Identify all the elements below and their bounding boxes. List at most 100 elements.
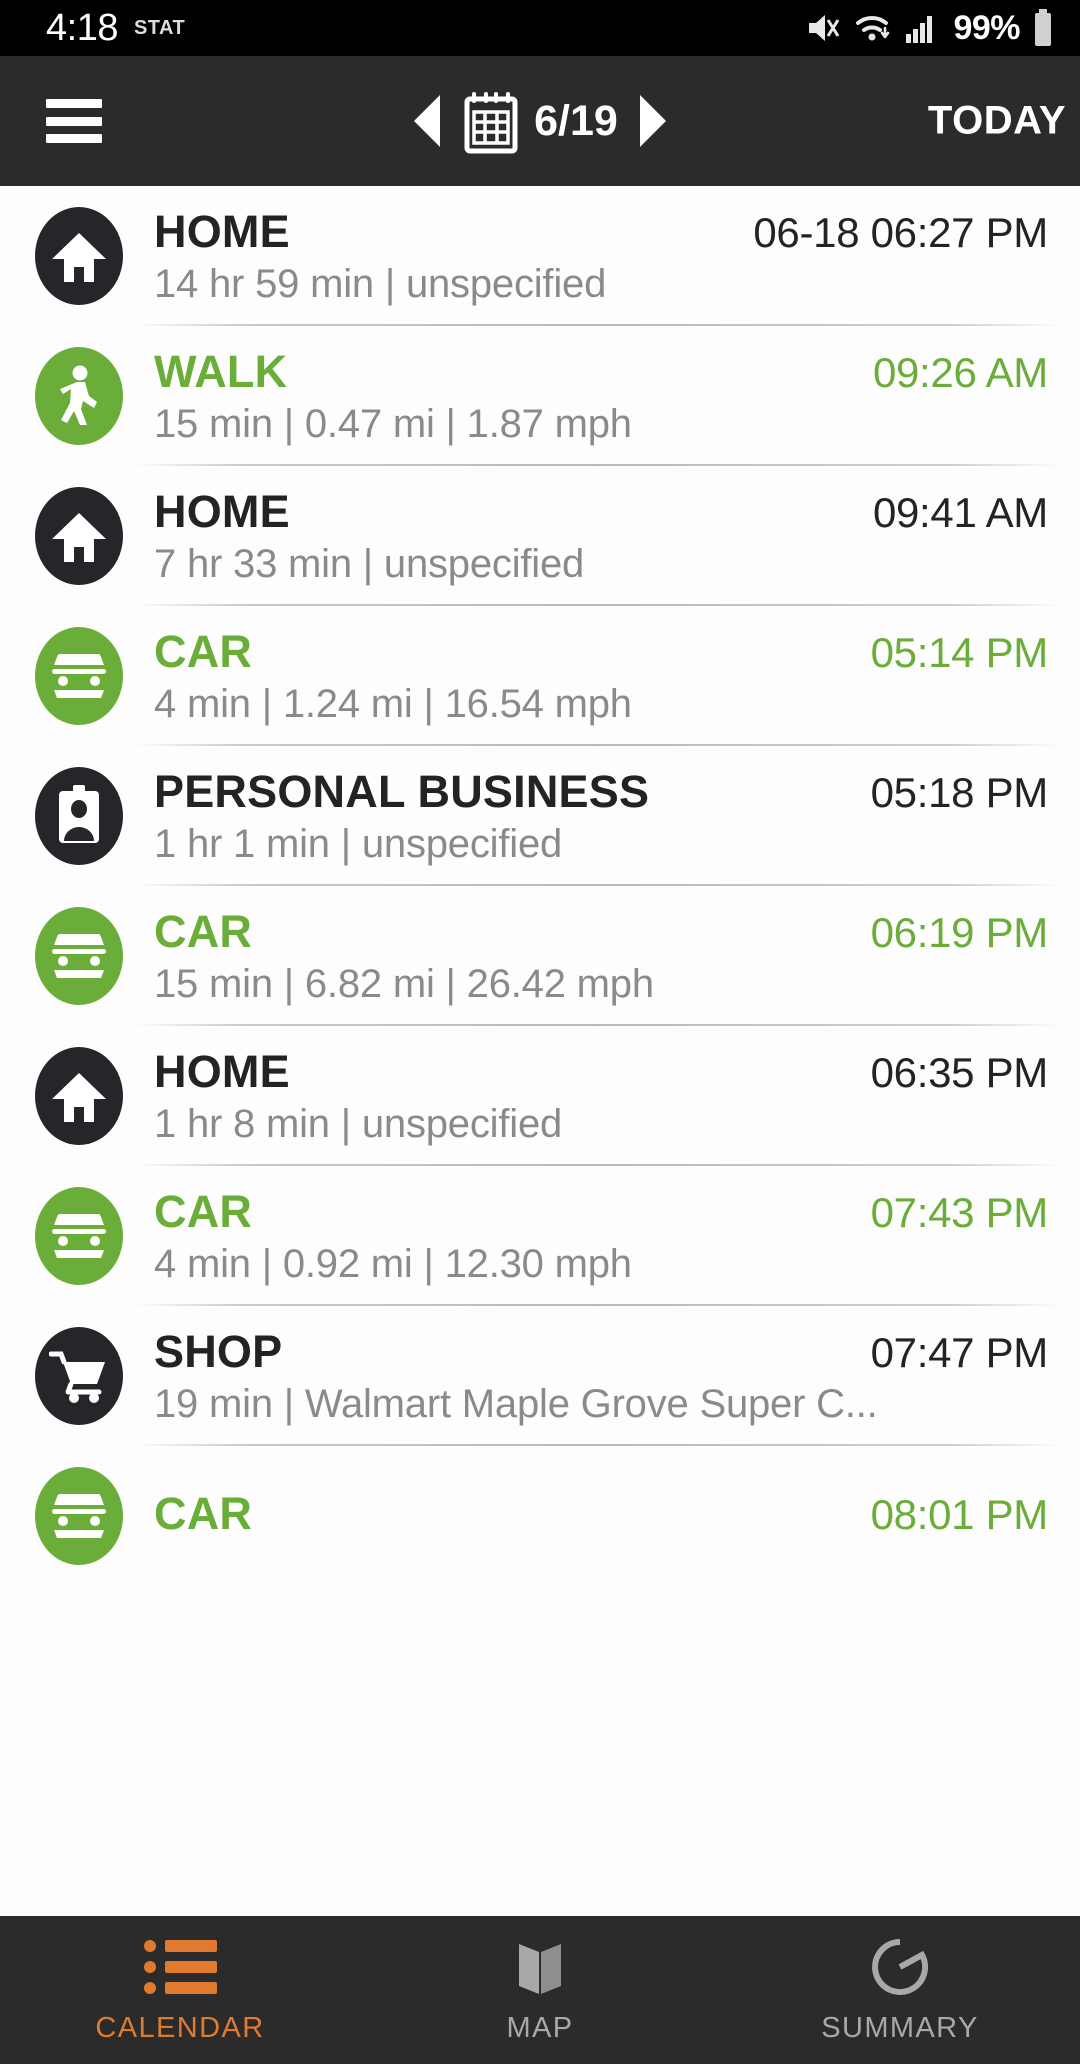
timeline-row[interactable]: PERSONAL BUSINESS 05:18 PM 1 hr 1 min | un… [0, 746, 1080, 886]
timeline-row-title: WALK [154, 345, 288, 397]
next-day-arrow-icon[interactable] [639, 95, 666, 147]
timeline-row-header: CAR 06:19 PM [154, 906, 1048, 958]
timeline-row-header: CAR 05:14 PM [154, 626, 1048, 678]
shopping-cart-icon [35, 1327, 123, 1425]
mute-vibrate-icon [807, 12, 843, 44]
timeline-row-subtitle: 7 hr 33 min | unspecified [154, 541, 585, 586]
home-icon [35, 207, 123, 305]
timeline-row-body: CAR 06:19 PM 15 min | 6.82 mi | 26.42 mph [128, 906, 1048, 1007]
home-icon-wrap [30, 1047, 128, 1145]
cellular-signal-icon [905, 12, 937, 44]
timeline-row-body: HOME 06-18 06:27 PM 14 hr 59 min | unspeci… [128, 206, 1048, 307]
car-icon-wrap [30, 627, 128, 725]
summary-ring-icon [871, 1936, 929, 1998]
calendar-date-button[interactable]: 6/19 [462, 88, 618, 154]
timeline-row-body: HOME 06:35 PM 1 hr 8 min | unspecified [128, 1046, 1048, 1147]
timeline-row-time: 06:19 PM [870, 908, 1049, 956]
car-icon [35, 1467, 123, 1565]
timeline-row-time: 07:43 PM [870, 1188, 1049, 1236]
app-bar: 6/19 TODAY [0, 56, 1080, 186]
map-icon [515, 1936, 565, 1998]
timeline-row-body: SHOP 07:47 PM 19 min | Walmart Maple Grove… [128, 1326, 1048, 1427]
car-icon-wrap [30, 1187, 128, 1285]
timeline-row-body: CAR 05:14 PM 4 min | 1.24 mi | 16.54 mph [128, 626, 1048, 727]
timeline-row[interactable]: CAR 05:14 PM 4 min | 1.24 mi | 16.54 mph [0, 606, 1080, 746]
timeline-row[interactable]: WALK 09:26 AM 15 min | 0.47 mi | 1.87 mph [0, 326, 1080, 466]
nav-tab-summary[interactable]: SUMMARY [720, 1916, 1080, 2064]
nav-tab-calendar[interactable]: CALENDAR [0, 1916, 360, 2064]
timeline-row-title: HOME [154, 485, 290, 537]
home-icon-wrap [30, 207, 128, 305]
id-badge-person-icon [35, 767, 123, 865]
timeline-row[interactable]: SHOP 07:47 PM 19 min | Walmart Maple Grove… [0, 1306, 1080, 1446]
hamburger-menu-icon[interactable] [46, 99, 102, 143]
timeline-row-subtitle: 1 hr 1 min | unspecified [154, 821, 563, 866]
timeline-row-header: HOME 06:35 PM [154, 1046, 1048, 1098]
timeline-row-time: 06-18 06:27 PM [753, 208, 1048, 256]
timeline-row[interactable]: CAR 07:43 PM 4 min | 0.92 mi | 12.30 mph [0, 1166, 1080, 1306]
timeline-row-title: HOME [154, 1045, 290, 1097]
timeline-row-time: 08:01 PM [870, 1491, 1049, 1538]
timeline-row-time: 06:35 PM [870, 1048, 1049, 1096]
bottom-navigation-bar: CALENDAR MAP SUMMARY [0, 1916, 1080, 2064]
id-badge-person-icon-wrap [30, 767, 128, 865]
home-icon [35, 1047, 123, 1145]
nav-tab-map-label: MAP [506, 2011, 574, 2044]
nav-tab-summary-label: SUMMARY [821, 2011, 979, 2044]
status-bar-icons: 99% [807, 9, 1054, 48]
home-icon-wrap [30, 487, 128, 585]
timeline-row-title: CAR [154, 905, 253, 957]
timeline-row-title: SHOP [154, 1325, 283, 1377]
timeline-row-subtitle: 1 hr 8 min | unspecified [154, 1101, 563, 1146]
car-icon [35, 1187, 123, 1285]
car-icon [35, 907, 123, 1005]
nav-tab-map[interactable]: MAP [360, 1916, 720, 2064]
timeline-row[interactable]: HOME 09:41 AM 7 hr 33 min | unspecified [0, 466, 1080, 606]
timeline-row-body: HOME 09:41 AM 7 hr 33 min | unspecified [128, 486, 1048, 587]
timeline-row-header: CAR 08:01 PM [154, 1488, 1048, 1540]
timeline-row-header: HOME 06-18 06:27 PM [154, 206, 1048, 258]
status-bar-clock: 4:18 [46, 6, 118, 49]
timeline-row-time: 05:14 PM [870, 628, 1049, 676]
timeline-row-body: PERSONAL BUSINESS 05:18 PM 1 hr 1 min | un… [128, 766, 1048, 867]
wifi-icon [855, 12, 893, 44]
calendar-icon [462, 88, 520, 154]
status-bar: 4:18 STAT 99% [0, 0, 1080, 56]
timeline-row-header: PERSONAL BUSINESS 05:18 PM [154, 766, 1048, 818]
timeline-row-body: CAR 07:43 PM 4 min | 0.92 mi | 12.30 mph [128, 1186, 1048, 1287]
timeline-row-subtitle: 4 min | 1.24 mi | 16.54 mph [154, 681, 632, 726]
timeline-row[interactable]: HOME 06-18 06:27 PM 14 hr 59 min | unspeci… [0, 186, 1080, 326]
battery-icon [1032, 9, 1054, 47]
timeline-row-body: WALK 09:26 AM 15 min | 0.47 mi | 1.87 mph [128, 346, 1048, 447]
car-icon-wrap [30, 1467, 128, 1565]
today-button[interactable]: TODAY [908, 89, 1080, 154]
timeline-row-title: PERSONAL BUSINESS [154, 765, 650, 817]
timeline-row-time: 09:41 AM [872, 488, 1048, 536]
calendar-list-icon [143, 1936, 217, 1998]
timeline-row-subtitle: 15 min | 0.47 mi | 1.87 mph [154, 401, 632, 446]
timeline-row-time: 09:26 AM [872, 348, 1048, 396]
shopping-cart-icon-wrap [30, 1327, 128, 1425]
app-root: 4:18 STAT 99% 6/19 TODAY HOME 06-18 06:2… [0, 0, 1080, 2064]
timeline-row-header: WALK 09:26 AM [154, 346, 1048, 398]
timeline-row[interactable]: CAR 06:19 PM 15 min | 6.82 mi | 26.42 mph [0, 886, 1080, 1026]
timeline-row-time: 07:47 PM [870, 1328, 1049, 1376]
timeline-row-subtitle: 15 min | 6.82 mi | 26.42 mph [154, 961, 654, 1006]
timeline-row-title: CAR [154, 1185, 253, 1237]
timeline-row-title: HOME [154, 205, 290, 257]
current-date-label: 6/19 [534, 96, 618, 145]
timeline-row[interactable]: CAR 08:01 PM [0, 1446, 1080, 1586]
timeline-row-title: CAR [154, 625, 253, 677]
timeline-row-subtitle: 19 min | Walmart Maple Grove Super C... [154, 1381, 878, 1426]
timeline-row-header: SHOP 07:47 PM [154, 1326, 1048, 1378]
timeline-row-subtitle: 14 hr 59 min | unspecified [154, 261, 607, 306]
battery-percent-label: 99% [953, 8, 1020, 47]
timeline-row-title: CAR [154, 1488, 253, 1539]
timeline-row[interactable]: HOME 06:35 PM 1 hr 8 min | unspecified [0, 1026, 1080, 1166]
timeline-row-header: HOME 09:41 AM [154, 486, 1048, 538]
nav-tab-calendar-label: CALENDAR [95, 2011, 265, 2044]
activity-timeline-list[interactable]: HOME 06-18 06:27 PM 14 hr 59 min | unspeci… [0, 186, 1080, 2064]
previous-day-arrow-icon[interactable] [414, 95, 441, 147]
walking-person-icon [35, 347, 123, 445]
walking-person-icon-wrap [30, 347, 128, 445]
